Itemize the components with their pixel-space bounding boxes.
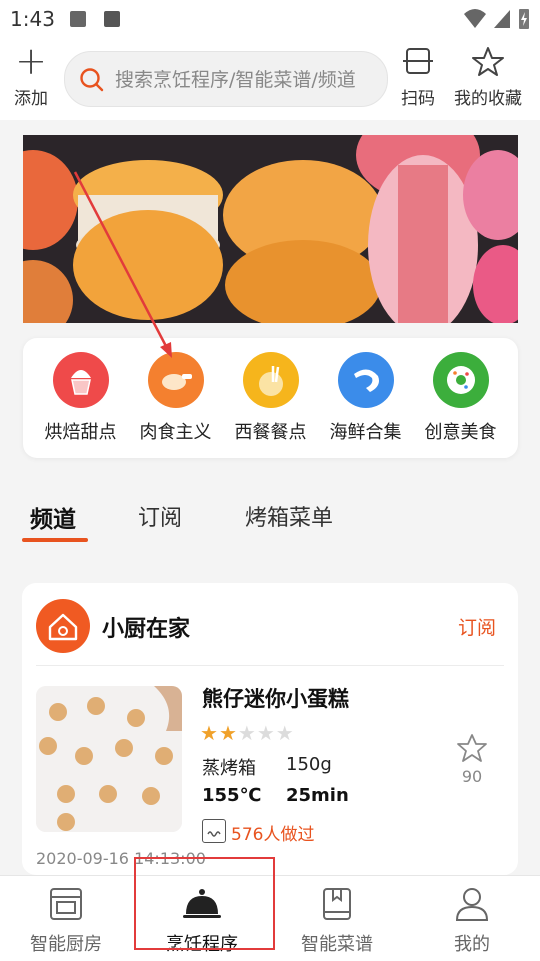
nav-label: 智能菜谱 [301, 934, 373, 955]
add-label: 添加 [14, 89, 48, 109]
recipe-weight: 150g [286, 754, 332, 775]
my-favorites-button[interactable]: 我的收藏 [450, 46, 526, 109]
star-empty-icon: ★ [275, 721, 295, 745]
scan-icon [403, 48, 433, 74]
user-icon [455, 888, 489, 921]
plus-icon: + [15, 39, 47, 83]
nav-label: 我的 [454, 934, 490, 955]
oven-small-icon [202, 819, 226, 843]
category-panel: 烘焙甜点 肉食主义 西餐餐点 海鲜合集 创意美食 [23, 338, 518, 458]
category-seafood[interactable]: 海鲜合集 [318, 352, 413, 444]
star-filled-icon: ★ [200, 721, 219, 745]
category-baking[interactable]: 烘焙甜点 [33, 352, 128, 444]
app-notification-icon [104, 11, 120, 27]
status-time: 1:43 [10, 7, 55, 31]
chicken-leg-icon [147, 352, 204, 408]
my-favorites-label: 我的收藏 [454, 89, 522, 109]
search-input[interactable] [113, 52, 387, 106]
recipe-thumbnail[interactable] [36, 686, 182, 832]
category-creative[interactable]: 创意美食 [413, 352, 508, 444]
active-tab-indicator [22, 538, 88, 542]
recipe-title[interactable]: 熊仔迷你小蛋糕 [202, 683, 349, 713]
wifi-icon [464, 9, 486, 28]
subscribe-button[interactable]: 订阅 [458, 613, 496, 640]
status-bar: 1:43 [0, 0, 540, 38]
scan-button[interactable]: 扫码 [398, 46, 438, 109]
star-filled-icon: ★ [218, 721, 238, 745]
category-label: 创意美食 [424, 422, 497, 443]
category-label: 烘焙甜点 [44, 422, 117, 443]
category-label: 肉食主义 [139, 422, 212, 443]
image-notification-icon [70, 11, 86, 27]
shrimp-icon [337, 352, 394, 408]
category-meat[interactable]: 肉食主义 [128, 352, 223, 444]
cupcake-icon [52, 352, 109, 408]
recipe-temperature: 155℃ [202, 785, 262, 806]
promo-banner[interactable] [23, 135, 518, 323]
tab-oven-menu[interactable]: 烤箱菜单 [245, 500, 333, 532]
highlight-box [134, 857, 275, 950]
nav-me[interactable]: 我的 [417, 886, 527, 956]
recipe-duration: 25min [286, 785, 349, 806]
star-empty-icon: ★ [237, 721, 257, 745]
category-label: 西餐餐点 [234, 422, 307, 443]
western-food-icon [242, 352, 299, 408]
macaron-banner-image [23, 135, 518, 323]
tab-channel[interactable]: 频道 [30, 500, 76, 534]
scan-label: 扫码 [401, 89, 435, 109]
divider [36, 665, 504, 666]
favorite-button[interactable]: 90 [452, 733, 492, 786]
favorite-count: 90 [461, 767, 483, 786]
channel-avatar [36, 599, 90, 653]
rating-stars: ★★★★★ [200, 721, 295, 745]
home-chef-icon [48, 613, 78, 641]
bear-cakes-image [36, 686, 182, 832]
cell-signal-icon [494, 10, 510, 28]
star-outline-icon [472, 47, 504, 76]
tab-subscribe[interactable]: 订阅 [138, 500, 182, 532]
add-button[interactable]: + 添加 [10, 39, 52, 109]
nav-smart-recipes[interactable]: 智能菜谱 [282, 886, 392, 956]
search-bar[interactable] [64, 51, 388, 107]
channel-name: 小厨在家 [102, 617, 191, 642]
channel-tabs: 频道 订阅 烤箱菜单 [0, 490, 540, 550]
top-header: + 添加 扫码 我的收藏 [0, 38, 540, 120]
category-western[interactable]: 西餐餐点 [223, 352, 318, 444]
star-empty-icon: ★ [256, 721, 276, 745]
star-outline-icon [457, 734, 487, 762]
search-icon [80, 68, 104, 92]
donut-icon [432, 352, 489, 408]
category-label: 海鲜合集 [329, 422, 402, 443]
channel-card[interactable]: 小厨在家 订阅 熊仔迷你小蛋糕 ★★★★★ 蒸烤箱 150g 155℃ 25mi… [22, 583, 518, 875]
cooked-count: 576人做过 [231, 825, 315, 845]
nav-label: 智能厨房 [30, 934, 102, 955]
appliance-type: 蒸烤箱 [202, 758, 256, 779]
battery-icon [519, 9, 529, 29]
recipe-book-icon [323, 888, 351, 920]
nav-smart-kitchen[interactable]: 智能厨房 [11, 886, 121, 956]
oven-icon [50, 888, 82, 920]
